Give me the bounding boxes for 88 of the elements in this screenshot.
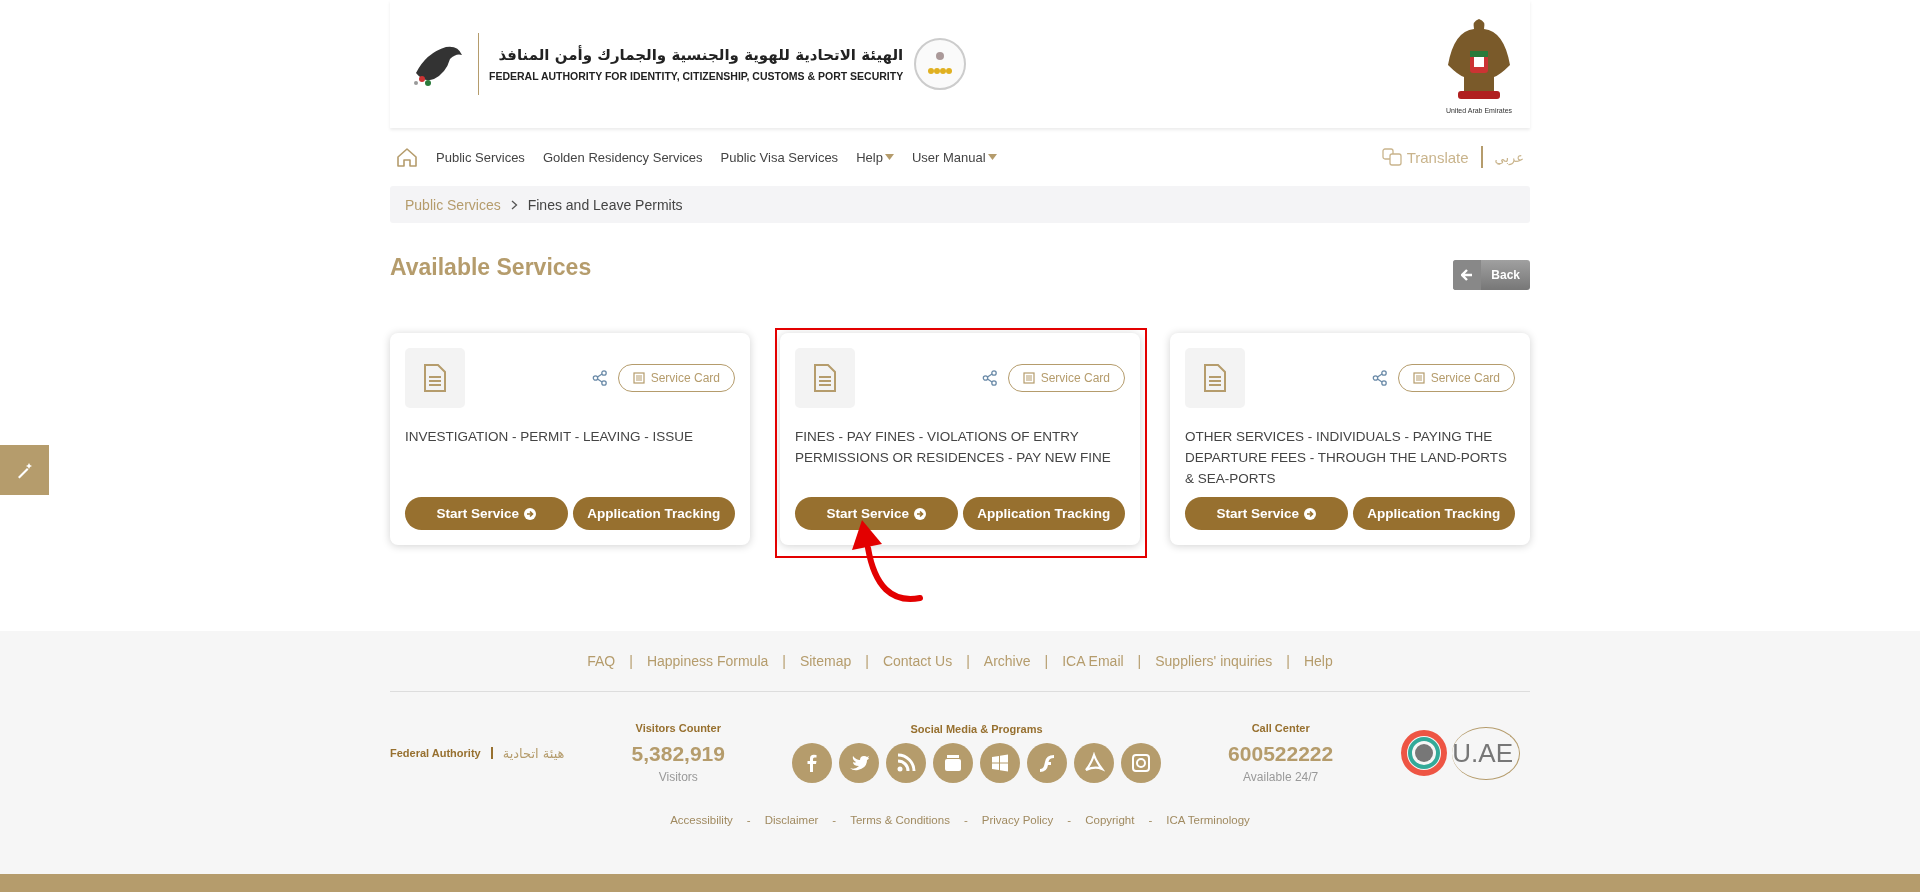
footer-link[interactable]: Archive: [983, 653, 1031, 669]
list-icon: [632, 372, 645, 384]
magic-wand-button[interactable]: [0, 445, 49, 495]
footer-link[interactable]: Copyright: [1085, 814, 1135, 826]
arrow-circle-icon: [524, 507, 537, 520]
breadcrumb-link[interactable]: Fines and Leave Permits: [527, 196, 683, 213]
start-service-button[interactable]: Start Service: [1185, 497, 1348, 530]
service-card-button[interactable]: Service Card: [1007, 364, 1125, 392]
breadcrumb-link[interactable]: Public Services: [405, 196, 501, 213]
document-icon: [1185, 348, 1245, 408]
service-title: FINES - PAY FINES - VIOLATIONS OF ENTRY PERMISSIONS OR RESIDENCES - PAY NEW FINE: [795, 428, 1112, 467]
translate-link[interactable]: Translate: [1381, 148, 1469, 166]
service-card-button[interactable]: Service Card: [1397, 364, 1515, 392]
separator: -: [746, 814, 751, 826]
application-tracking-button[interactable]: Application Tracking: [572, 497, 735, 530]
list-icon: [1022, 372, 1035, 384]
share-icon[interactable]: [981, 370, 998, 386]
page-heading: Available Services: [390, 253, 592, 281]
facebook-icon[interactable]: [792, 743, 833, 783]
colorful-ring-icon: [1400, 729, 1449, 777]
separator: |: [865, 653, 869, 669]
visitors-count: 5,382,919: [631, 742, 725, 766]
footer-link[interactable]: Accessibility: [670, 814, 733, 826]
home-icon[interactable]: [396, 146, 418, 168]
call-center-heading: Call Center: [1251, 722, 1310, 734]
nav-link[interactable]: Public Visa Services: [720, 149, 839, 165]
separator: -: [963, 814, 968, 826]
authority-name: FEDERAL AUTHORITY FOR IDENTITY, CITIZENSHIP, CUSTOMS & PORT SECURITY: [489, 70, 904, 82]
share-icon[interactable]: [591, 370, 608, 386]
phone-number: 600522222: [1228, 742, 1334, 766]
acrobat-icon[interactable]: [1074, 743, 1115, 783]
footer-link[interactable]: Help: [1303, 653, 1333, 669]
footer-link[interactable]: Sitemap: [799, 653, 852, 669]
caret-icon: [884, 154, 894, 160]
separator: -: [832, 814, 837, 826]
award-seal-icon: [913, 37, 968, 91]
list-icon: [1412, 372, 1425, 384]
brand-name-arabic: هيئة اتحادية: [502, 745, 565, 761]
camera-icon[interactable]: [1121, 743, 1162, 783]
back-arrow-icon: [1461, 269, 1474, 281]
footer-link[interactable]: ICA Email: [1062, 653, 1124, 669]
nav-link[interactable]: User Manual: [911, 149, 997, 165]
share-icon[interactable]: [1371, 370, 1388, 386]
separator: |: [782, 653, 786, 669]
windows-icon[interactable]: [980, 743, 1021, 783]
flash-icon[interactable]: [1027, 743, 1068, 783]
separator: -: [1148, 814, 1153, 826]
footer-link[interactable]: ICA Terminology: [1166, 814, 1250, 826]
separator: |: [966, 653, 970, 669]
bird-icon[interactable]: [839, 743, 880, 783]
caret-icon: [987, 154, 997, 160]
service-title: OTHER SERVICES - INDIVIDUALS - PAYING THE DEPARTURE FEES - THROUGH THE LAND-PORTS & SEA-PORTS: [1185, 428, 1509, 488]
footer-link[interactable]: Happiness Formula: [646, 653, 769, 669]
separator: |: [1044, 653, 1049, 669]
separator: |: [1286, 653, 1290, 669]
footer-link[interactable]: FAQ: [587, 653, 616, 669]
footer-link[interactable]: Contact Us: [882, 653, 953, 669]
language-link[interactable]: عربي: [1494, 149, 1524, 165]
chevron-icon: [510, 199, 518, 210]
visitors-heading: Visitors Counter: [635, 722, 721, 734]
arrow-circle-icon: [914, 507, 927, 520]
back-button[interactable]: Back: [1453, 260, 1530, 290]
document-icon: [405, 348, 465, 408]
arrow-circle-icon: [1304, 507, 1317, 520]
start-service-button[interactable]: Start Service: [405, 497, 568, 530]
separator: -: [1067, 814, 1072, 826]
footer-link[interactable]: Disclaimer: [764, 814, 819, 826]
application-tracking-button[interactable]: Application Tracking: [962, 497, 1125, 530]
visitors-label: Visitors: [658, 770, 698, 784]
nav-link[interactable]: Help: [856, 149, 894, 165]
application-tracking-button[interactable]: Application Tracking: [1352, 497, 1515, 530]
separator: |: [629, 653, 633, 669]
document-icon: [795, 348, 855, 408]
authority-name-arabic: الهيئة الاتحادية للهوية والجنسية والجمارك وأمن المنافذ: [497, 46, 904, 64]
call-center-hours: Available 24/7: [1243, 770, 1319, 784]
nav-link[interactable]: Public Services: [436, 149, 525, 165]
service-card-button[interactable]: Service Card: [617, 364, 735, 392]
separator: |: [1137, 653, 1142, 669]
start-service-button[interactable]: Start Service: [795, 497, 958, 530]
rss-icon[interactable]: [886, 743, 927, 783]
footer-link[interactable]: Suppliers' inquiries: [1155, 653, 1273, 669]
brand-name: Federal Authority: [390, 747, 481, 759]
translate-icon: [1381, 148, 1402, 166]
footer-link[interactable]: Privacy Policy: [981, 814, 1054, 826]
footer-link[interactable]: Terms & Conditions: [850, 814, 950, 826]
social-heading: Social Media & Programs: [910, 723, 1043, 735]
service-title: INVESTIGATION - PERMIT - LEAVING - ISSUE: [405, 428, 695, 446]
nav-link[interactable]: Golden Residency Services: [542, 149, 703, 165]
